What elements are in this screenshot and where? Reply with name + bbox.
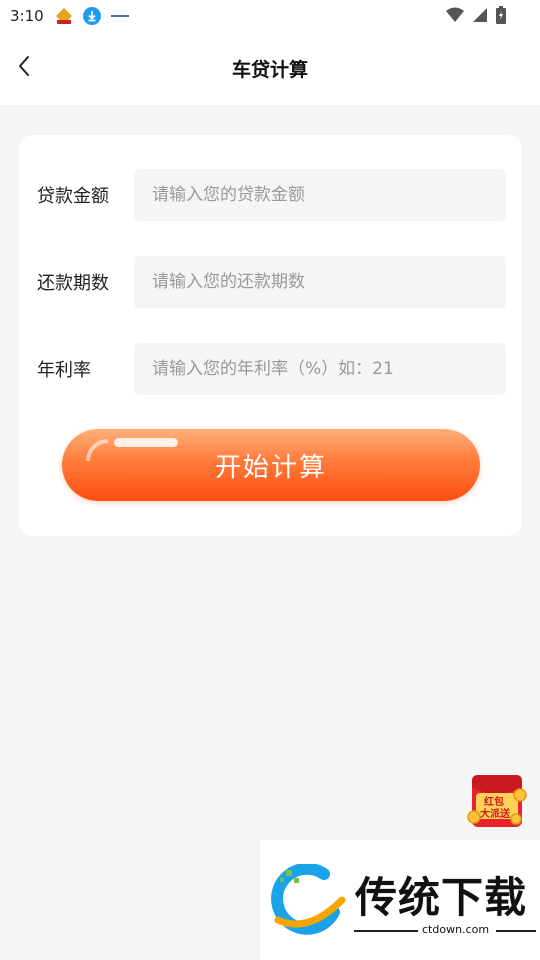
amount-label: 贷款金额: [37, 186, 109, 207]
button-highlight: [86, 439, 108, 461]
wifi-icon: [446, 7, 464, 27]
button-shine: [114, 438, 178, 447]
chevron-left-icon: [19, 56, 29, 76]
periods-row: 还款期数: [19, 256, 522, 308]
rate-row: 年利率: [19, 343, 522, 395]
brand-logo-icon: [271, 864, 346, 935]
brand-name: 传统下载: [355, 873, 528, 922]
status-time: 3:10: [10, 7, 44, 25]
red-packet-line2: 大派送: [480, 809, 510, 820]
app-header: 车贷计算: [0, 32, 540, 105]
signal-icon: [472, 7, 488, 27]
brand-url: ctdown.com: [422, 923, 490, 936]
status-bar: 3:10: [0, 0, 540, 32]
periods-label: 还款期数: [37, 273, 109, 294]
brand-divider-right: [496, 930, 536, 932]
back-button[interactable]: [10, 52, 38, 80]
app-small-icon: [110, 7, 130, 25]
periods-input[interactable]: [134, 256, 506, 308]
amount-row: 贷款金额: [19, 169, 522, 221]
rate-label: 年利率: [37, 360, 91, 381]
app-badge-icon: [54, 7, 74, 25]
page-title: 车贷计算: [231, 59, 308, 81]
status-right: [446, 6, 506, 28]
download-icon: [82, 7, 102, 25]
screen: 3:10 车贷计算 贷款金额 请输入您的贷款金额 还款期数 请输入您的还款期数 …: [0, 0, 540, 960]
loan-form-card: 贷款金额 还款期数 年利率 开始计算: [19, 135, 522, 536]
amount-input[interactable]: [134, 169, 506, 221]
watermark-banner: 传统下载 ctdown.com: [260, 840, 540, 960]
battery-icon: [496, 6, 506, 28]
start-calculation-label: 开始计算: [214, 452, 327, 483]
rate-input[interactable]: [134, 343, 506, 395]
red-packet-promo-button[interactable]: 红包 大派送: [466, 773, 528, 831]
start-calculation-button[interactable]: 开始计算: [62, 429, 480, 501]
brand-divider-left: [354, 930, 418, 932]
